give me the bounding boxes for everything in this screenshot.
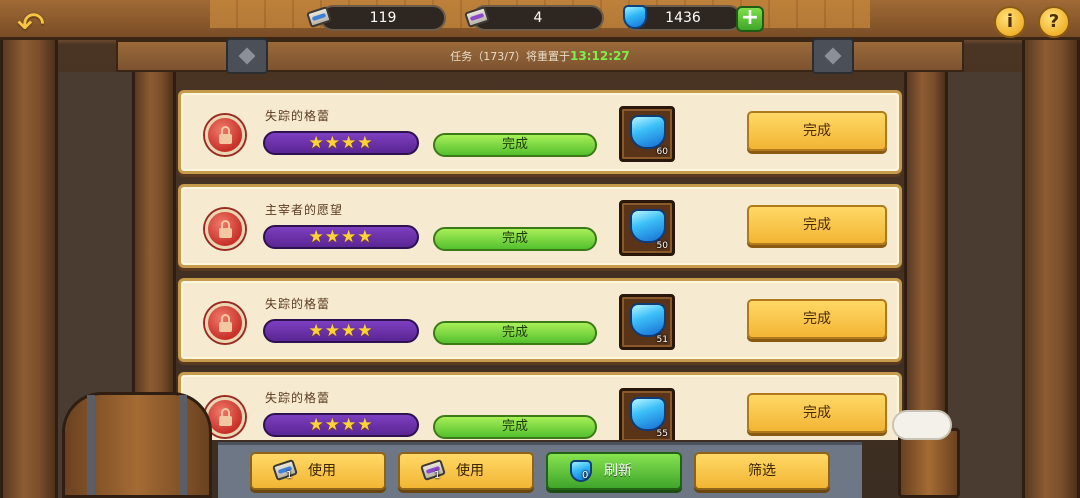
gem-icon xyxy=(620,2,650,32)
button-label: 筛选 xyxy=(748,463,776,479)
blue-scroll-icon xyxy=(304,2,334,32)
task-info-text: 任务（173/7）将重置于 xyxy=(450,50,570,63)
progress-bar: 完成 xyxy=(433,133,597,157)
gem-icon xyxy=(630,115,666,149)
reward-quantity: 55 xyxy=(656,429,668,439)
back-button[interactable]: ↶ xyxy=(8,6,54,44)
reward-quantity: 60 xyxy=(656,147,668,157)
quest-card: 失踪的格蕾 ★★★★ 完成 55 完成 xyxy=(178,372,902,440)
quest-name: 失踪的格蕾 xyxy=(265,109,331,123)
progress-bar: 完成 xyxy=(433,321,597,345)
quest-list[interactable]: 失踪的格蕾 ★★★★ 完成 60 完成 主宰者的愿望 ★★★★ 完成 50 完成… xyxy=(178,90,902,440)
star-rating: ★★★★ xyxy=(263,131,419,155)
quest-card: 失踪的格蕾 ★★★★ 完成 51 完成 xyxy=(178,278,902,362)
progress-bar: 完成 xyxy=(433,415,597,439)
complete-button[interactable]: 完成 xyxy=(747,111,887,151)
reward-slot[interactable]: 51 xyxy=(619,294,675,350)
blue-scroll-icon xyxy=(272,458,298,484)
item-count: 1 xyxy=(286,470,293,481)
reset-timer: 13:12:27 xyxy=(570,49,630,63)
right-pillar xyxy=(1022,40,1080,498)
purple-scroll-icon xyxy=(420,458,446,484)
reward-slot[interactable]: 50 xyxy=(619,200,675,256)
bolt-icon xyxy=(226,38,268,74)
button-label: 使用 xyxy=(308,463,336,479)
button-label: 使用 xyxy=(456,463,484,479)
lock-icon[interactable] xyxy=(205,115,245,155)
gem-icon xyxy=(630,209,666,243)
add-gems-button[interactable]: + xyxy=(736,6,764,32)
use-blue-scroll-button[interactable]: 1 使用 xyxy=(250,452,386,490)
resource-value: 4 xyxy=(533,10,543,26)
stars: ★★★★ xyxy=(308,321,374,341)
use-purple-scroll-button[interactable]: 1 使用 xyxy=(398,452,534,490)
filter-button[interactable]: 筛选 xyxy=(694,452,830,490)
quest-name: 失踪的格蕾 xyxy=(265,297,331,311)
item-count: 1 xyxy=(434,470,441,481)
stars: ★★★★ xyxy=(308,227,374,247)
quest-card: 失踪的格蕾 ★★★★ 完成 60 完成 xyxy=(178,90,902,174)
refresh-button[interactable]: 0 刷新 xyxy=(546,452,682,490)
stars: ★★★★ xyxy=(308,415,374,435)
left-pillar xyxy=(0,40,58,498)
purple-scroll-icon xyxy=(462,2,492,32)
quest-name: 失踪的格蕾 xyxy=(265,391,331,405)
info-button[interactable]: i xyxy=(994,6,1026,38)
button-label: 刷新 xyxy=(604,463,632,479)
star-rating: ★★★★ xyxy=(263,225,419,249)
beer-foam xyxy=(892,410,952,440)
progress-bar: 完成 xyxy=(433,227,597,251)
gem-icon xyxy=(568,460,594,484)
reward-slot[interactable]: 60 xyxy=(619,106,675,162)
reward-quantity: 50 xyxy=(656,241,668,251)
gem-cost: 0 xyxy=(582,470,589,481)
complete-button[interactable]: 完成 xyxy=(747,299,887,339)
help-button[interactable]: ? xyxy=(1038,6,1070,38)
resource-scroll-blue: 119 xyxy=(320,5,446,31)
bolt-icon xyxy=(812,38,854,74)
task-reset-info: 任务（173/7）将重置于13:12:27 xyxy=(380,46,700,66)
reward-quantity: 51 xyxy=(656,335,668,345)
lock-icon[interactable] xyxy=(205,209,245,249)
complete-button[interactable]: 完成 xyxy=(747,393,887,433)
quest-card: 主宰者的愿望 ★★★★ 完成 50 完成 xyxy=(178,184,902,268)
star-rating: ★★★★ xyxy=(263,413,419,437)
star-rating: ★★★★ xyxy=(263,319,419,343)
lock-icon[interactable] xyxy=(205,303,245,343)
gem-icon xyxy=(630,397,666,431)
gem-icon xyxy=(630,303,666,337)
complete-button[interactable]: 完成 xyxy=(747,205,887,245)
quest-name: 主宰者的愿望 xyxy=(265,203,344,217)
resource-value: 119 xyxy=(369,10,397,26)
stars: ★★★★ xyxy=(308,133,374,153)
barrel-decoration xyxy=(62,392,212,498)
reward-slot[interactable]: 55 xyxy=(619,388,675,440)
